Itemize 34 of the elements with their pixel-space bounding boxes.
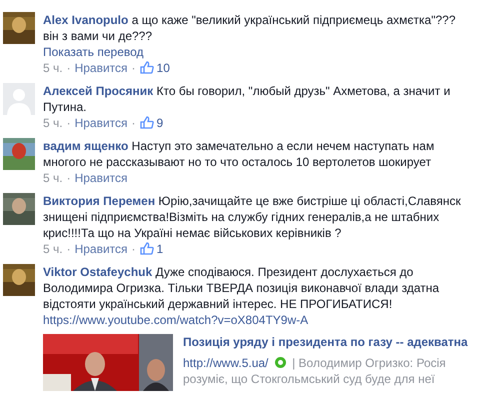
preview-description: розуміє, що Стокгольмський суд буде для неї [183, 371, 436, 387]
author-name[interactable]: Виктория Перемен [43, 194, 156, 208]
status-dot-icon [274, 357, 286, 368]
like-link[interactable]: Нравится [74, 116, 128, 130]
like-icon [140, 116, 154, 129]
like-link[interactable]: Нравится [74, 61, 128, 75]
link-preview-title[interactable]: Позиція уряду і президента по газу -- адекватна [183, 334, 468, 350]
like-icon [140, 61, 154, 74]
translate-link[interactable]: Показать перевод [43, 45, 144, 59]
separator-dot: · [132, 61, 136, 75]
comment-text: Виктория Перемен Юрію,зачищайте це вже бистріше ці області,Славянск знищені підприємства!Візміть на службу гідних генералів,а не штабних крис!!!!Та що на Україні немає військових керівників ? [43, 193, 462, 241]
like-link[interactable]: Нравится [74, 242, 128, 256]
comment-text: вадим ященко Наступ это замечательно а если нечем наступать нам многого не рассказывают но то что осталось 10 вертолетов шокирует [43, 138, 436, 170]
separator-dot: · [66, 242, 71, 256]
separator-dot: · [132, 116, 136, 130]
comment-text: Алексей Просяник Кто бы говорил, "любый друзь" Ахметова, а значит и Путина. [43, 83, 452, 115]
author-name[interactable]: Alex Ivanopulo [43, 13, 128, 27]
like-icon [140, 242, 154, 255]
author-name[interactable]: вадим ященко [43, 139, 128, 153]
preview-url[interactable]: http://www.5.ua/ [183, 356, 268, 370]
author-name[interactable]: Viktor Ostafeychuk [43, 265, 152, 279]
separator-dot: · [66, 116, 71, 130]
like-count[interactable]: 1 [156, 242, 164, 256]
like-count[interactable]: 9 [156, 116, 164, 130]
separator-dot: · [66, 171, 71, 185]
author-name[interactable]: Алексей Просяник [43, 84, 154, 98]
preview-description: | Володимир Огризко: Росія [292, 356, 446, 370]
like-link[interactable]: Нравится [74, 171, 128, 185]
video-link[interactable]: https://www.youtube.com/watch?v=oX804TY9w-A [43, 312, 308, 328]
separator-dot: · [132, 242, 136, 256]
like-count[interactable]: 10 [156, 61, 170, 75]
comment-text: Alex Ivanopulo а що каже "великий український підприємець ахмєтка"??? він з вами чи де??? [43, 12, 456, 44]
comment-text: Viktor Ostafeychuk Дуже сподіваюся. Президент дослухається до Володимира Огризка. Тільки ТВЕРДА позиція виконавчої влади здатна відстояти український державний інтерес. НЕ ПРОГИБАТИСЯ! [43, 264, 440, 312]
separator-dot: · [66, 61, 71, 75]
